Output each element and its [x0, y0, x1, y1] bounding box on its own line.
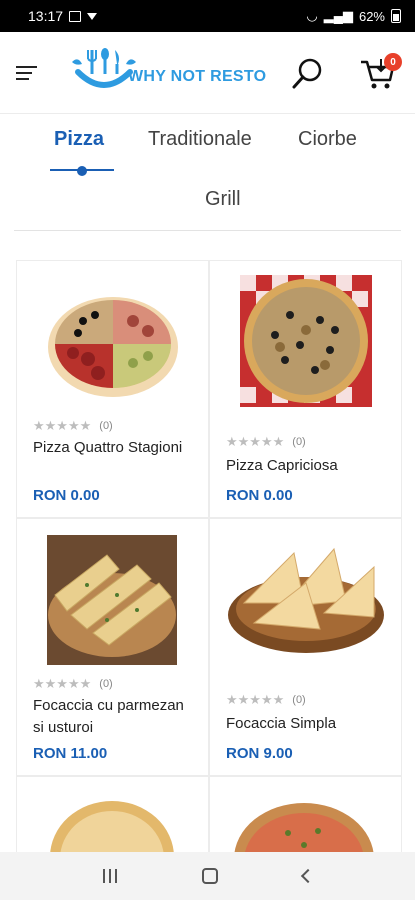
product-card[interactable]	[209, 776, 402, 857]
tab-grill[interactable]: Grill	[205, 188, 241, 211]
recent-apps-icon[interactable]	[102, 869, 117, 883]
star-icon: ★★★★★	[33, 418, 92, 433]
menu-icon[interactable]	[16, 66, 37, 80]
product-card[interactable]: ★★★★★ (0) Focaccia Simpla RON 9.00	[209, 518, 402, 776]
cart-count-badge: 0	[384, 53, 402, 71]
rating: ★★★★★ (0)	[226, 434, 306, 450]
back-icon[interactable]	[300, 868, 315, 884]
product-price: RON 9.00	[226, 745, 293, 762]
product-card[interactable]: ★★★★★ (0) Focaccia cu parmezan si usturo…	[16, 518, 209, 776]
app-header: WHY NOT RESTO 0	[0, 32, 415, 114]
product-image-focaccia-simpla	[224, 543, 388, 657]
product-image	[234, 803, 374, 857]
logo-text: WHY NOT RESTO	[128, 68, 267, 85]
product-name[interactable]: Pizza Quattro Stagioni	[33, 437, 193, 481]
product-price: RON 0.00	[33, 487, 100, 504]
star-icon: ★★★★★	[226, 434, 285, 449]
rating-count: (0)	[292, 694, 306, 706]
search-icon	[292, 58, 322, 89]
product-image-focaccia-parmezan	[47, 535, 177, 665]
product-name[interactable]: Focaccia cu parmezan si usturoi	[33, 695, 193, 739]
active-tab-dot	[77, 166, 87, 176]
product-card[interactable]: ★★★★★ (0) Pizza Quattro Stagioni RON 0.0…	[16, 260, 209, 518]
battery-percent: 62%	[358, 8, 385, 24]
product-image	[50, 801, 174, 855]
product-name[interactable]: Pizza Capriciosa	[226, 455, 386, 477]
rating: ★★★★★ (0)	[226, 692, 306, 708]
signal-icon: ▂▄▆	[323, 8, 353, 23]
category-tabs: Pizza Traditionale Ciorbe Grill	[0, 114, 415, 232]
battery-icon	[391, 9, 401, 23]
product-image-capriciosa	[240, 275, 372, 407]
system-navigation-bar	[0, 852, 415, 900]
home-icon[interactable]	[201, 868, 218, 884]
gallery-icon	[69, 10, 82, 22]
product-card[interactable]: ★★★★★ (0) Pizza Capriciosa RON 0.00	[209, 260, 402, 518]
download-icon	[87, 12, 98, 20]
logo[interactable]: WHY NOT RESTO	[68, 46, 266, 98]
product-card[interactable]	[16, 776, 209, 856]
rating: ★★★★★ (0)	[33, 676, 113, 692]
rating-count: (0)	[99, 420, 113, 432]
tab-pizza[interactable]: Pizza	[54, 128, 104, 151]
rating-count: (0)	[99, 678, 113, 690]
star-icon: ★★★★★	[226, 692, 285, 707]
tab-traditionale[interactable]: Traditionale	[148, 128, 252, 151]
product-image-quattro-stagioni	[48, 297, 178, 397]
product-name[interactable]: Focaccia Simpla	[226, 713, 386, 735]
status-time: 13:17	[28, 8, 64, 24]
tab-ciorbe[interactable]: Ciorbe	[298, 128, 357, 151]
divider	[14, 230, 401, 231]
star-icon: ★★★★★	[33, 676, 92, 691]
rating-count: (0)	[292, 436, 306, 448]
rating: ★★★★★ (0)	[33, 418, 113, 434]
status-bar: 13:17 ◡ ▂▄▆ 62%	[0, 0, 415, 32]
product-price: RON 0.00	[226, 487, 293, 504]
search-button[interactable]	[290, 56, 326, 92]
product-price: RON 11.00	[33, 745, 108, 762]
wifi-icon: ◡	[306, 8, 318, 23]
